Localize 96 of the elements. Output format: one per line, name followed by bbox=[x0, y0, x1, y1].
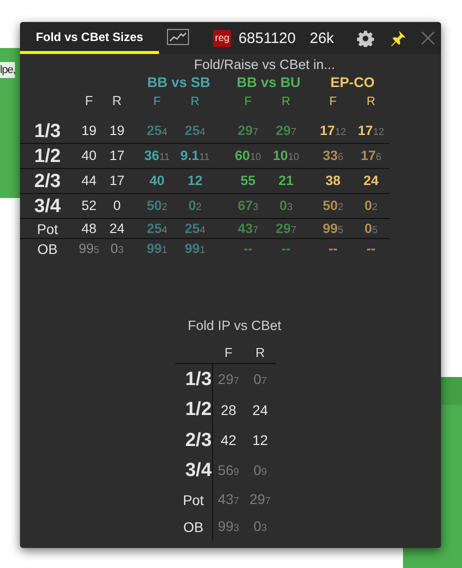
stat-value: 254 bbox=[184, 124, 206, 138]
stat-value: 55 bbox=[240, 174, 256, 188]
stat-value: 03 bbox=[110, 242, 124, 256]
row-label: 3/4 bbox=[185, 461, 212, 480]
row-label: 1/3 bbox=[34, 122, 61, 140]
column-header: F bbox=[224, 344, 234, 360]
stat-value: 254 bbox=[184, 222, 206, 236]
column-header: F bbox=[152, 94, 162, 108]
stat-value: 28 bbox=[220, 402, 236, 417]
stat-value: 502 bbox=[146, 199, 168, 213]
stat-value: 991 bbox=[146, 242, 168, 256]
group-heading: EP-CO bbox=[330, 73, 375, 91]
player-id: 6851120 bbox=[238, 30, 296, 46]
column-header: F bbox=[84, 93, 94, 108]
tab[interactable]: Fold vs CBet Sizes bbox=[20, 22, 159, 54]
stat-value: 19 bbox=[81, 124, 97, 138]
stat-value: 336 bbox=[322, 149, 344, 163]
table-title: Fold/Raise vs CBet in... bbox=[194, 56, 336, 73]
stat-value: 569 bbox=[218, 463, 240, 478]
column-header: R bbox=[366, 94, 376, 108]
stat-value: 44 bbox=[81, 174, 97, 188]
stat-value: 12 bbox=[252, 433, 268, 448]
stat-value: 6010 bbox=[234, 149, 262, 163]
stat-value: 09 bbox=[253, 463, 267, 478]
stat-value: 297 bbox=[276, 222, 296, 236]
column-header: R bbox=[190, 94, 200, 108]
stat-value: 297 bbox=[238, 124, 258, 138]
close-icon[interactable] bbox=[420, 31, 435, 45]
hands-count: 26k bbox=[310, 30, 334, 46]
row-label: 1/2 bbox=[34, 146, 61, 166]
column-header: R bbox=[280, 94, 292, 108]
stat-value: 02 bbox=[188, 199, 202, 213]
stat-value: 24 bbox=[363, 174, 379, 188]
column-header: R bbox=[254, 344, 266, 360]
settings-icon[interactable] bbox=[356, 30, 374, 46]
stat-value: 40 bbox=[149, 174, 165, 188]
stat-value: 437 bbox=[238, 222, 258, 236]
stat-value: 05 bbox=[364, 222, 378, 236]
stat-value: 0 bbox=[113, 199, 121, 213]
stat-value: 21 bbox=[278, 174, 294, 188]
stat-value: 52 bbox=[81, 199, 97, 213]
stat-value: 42 bbox=[220, 433, 236, 448]
stat-value: 40 bbox=[81, 149, 97, 163]
stat-value: 9.111 bbox=[180, 149, 210, 163]
stat-value: 07 bbox=[253, 372, 267, 387]
row-label: Pot bbox=[182, 492, 204, 506]
background-text: lpe, bbox=[0, 62, 16, 78]
table-title: Fold IP vs CBet bbox=[186, 318, 282, 333]
stat-value: 24 bbox=[252, 402, 268, 417]
row-label: Pot bbox=[36, 222, 58, 236]
stat-value: 1712 bbox=[320, 124, 346, 138]
stat-value: -- bbox=[328, 242, 338, 256]
stat-value: 437 bbox=[218, 492, 240, 507]
chart-icon[interactable] bbox=[167, 28, 189, 44]
stat-value: 19 bbox=[109, 124, 125, 138]
player-type-badge: reg bbox=[213, 30, 232, 46]
stat-value: 297 bbox=[218, 372, 240, 387]
stat-value: 673 bbox=[238, 199, 258, 213]
stat-value: 297 bbox=[276, 124, 296, 138]
row-label: OB bbox=[37, 242, 58, 256]
column-header: R bbox=[111, 93, 123, 108]
stat-value: 1010 bbox=[272, 149, 300, 163]
stat-value: 297 bbox=[250, 492, 271, 507]
stat-value: 176 bbox=[360, 149, 382, 163]
stat-value: 12 bbox=[187, 174, 203, 188]
stat-value: 991 bbox=[184, 242, 206, 256]
stat-value: 502 bbox=[322, 199, 344, 213]
stat-value: 995 bbox=[322, 222, 344, 236]
stat-value: 254 bbox=[146, 222, 168, 236]
stat-value: 24 bbox=[109, 222, 125, 236]
stat-value: 03 bbox=[279, 199, 293, 213]
stat-value: -- bbox=[244, 242, 252, 256]
stat-value: 02 bbox=[364, 199, 378, 213]
stat-value: 17 bbox=[109, 174, 125, 188]
stat-value: 254 bbox=[146, 124, 168, 138]
stat-value: 38 bbox=[325, 174, 341, 188]
group-heading: BB vs SB bbox=[147, 73, 210, 91]
column-header: F bbox=[243, 94, 253, 108]
column-header: F bbox=[328, 94, 338, 108]
stat-value: 993 bbox=[218, 519, 240, 534]
row-label: 1/3 bbox=[185, 370, 212, 389]
stat-value: 995 bbox=[78, 242, 100, 256]
pin-icon[interactable] bbox=[388, 30, 406, 46]
stat-value: 03 bbox=[253, 519, 267, 534]
row-label: 1/2 bbox=[185, 400, 212, 420]
group-heading: BB vs BU bbox=[236, 73, 301, 91]
stat-value: -- bbox=[366, 242, 376, 256]
stat-value: 48 bbox=[81, 222, 97, 236]
row-label: 2/3 bbox=[34, 172, 61, 190]
stat-value: 3611 bbox=[144, 149, 170, 163]
stat-value: 1712 bbox=[358, 124, 384, 138]
row-label: 2/3 bbox=[185, 430, 212, 450]
row-label: 3/4 bbox=[34, 196, 61, 216]
stat-value: 17 bbox=[109, 149, 125, 163]
stat-value: -- bbox=[282, 242, 290, 256]
row-label: OB bbox=[183, 520, 204, 534]
